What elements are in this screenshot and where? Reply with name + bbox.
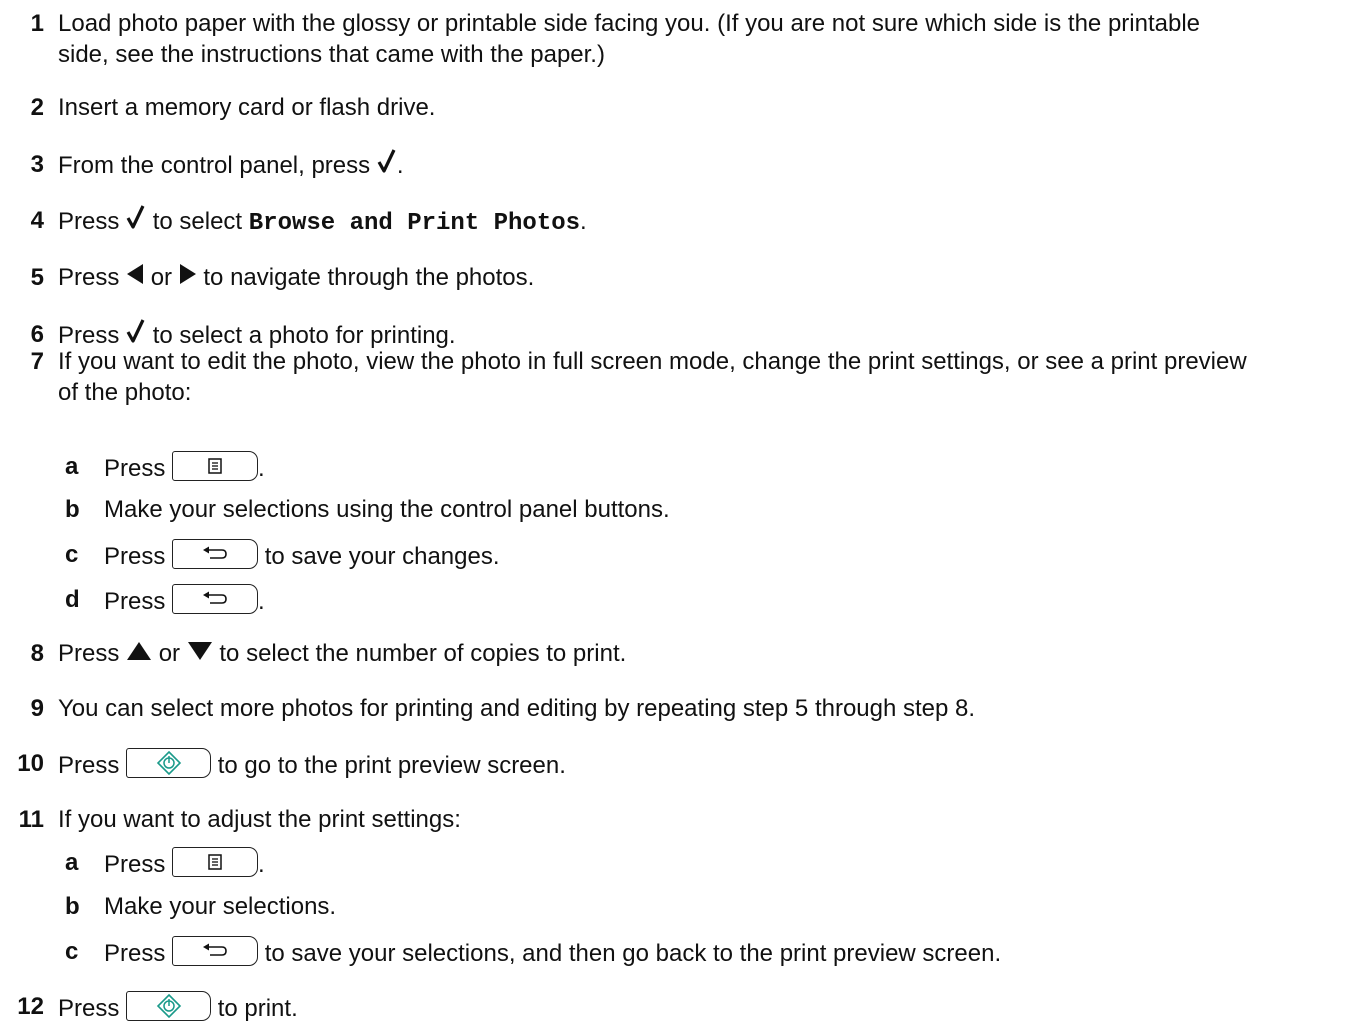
menu-option-code: Browse and Print Photos [248, 210, 581, 237]
down-arrow-icon [187, 638, 213, 669]
left-arrow-icon [126, 262, 144, 293]
step-number: 3 [30, 151, 44, 178]
menu-button-icon [172, 451, 259, 481]
menu-button-icon [172, 847, 259, 877]
step-number: 2 [30, 94, 44, 121]
start-button-icon [126, 748, 212, 778]
right-arrow-icon [179, 262, 197, 293]
step-number: 10 [17, 750, 44, 777]
back-button-icon [172, 936, 259, 966]
step-number: 5 [30, 264, 44, 291]
step-number: 8 [30, 640, 44, 667]
step-text: If you want to edit the photo, view the … [58, 348, 1247, 406]
back-button-icon [172, 584, 259, 614]
step-number: 11 [18, 806, 44, 833]
checkmark-icon [126, 205, 146, 237]
step-number: 9 [30, 695, 44, 722]
step-text: Insert a memory card or flash drive. [58, 94, 436, 121]
step-number: 7 [30, 348, 44, 375]
back-button-icon [172, 539, 259, 569]
up-arrow-icon [126, 638, 152, 669]
checkmark-icon [377, 149, 397, 181]
step-text: Load photo paper with the glossy or prin… [58, 10, 1201, 68]
step-text: You can select more photos for printing … [58, 695, 976, 722]
step-text: If you want to adjust the print settings… [58, 806, 461, 833]
start-button-icon [126, 991, 212, 1021]
step-number: 1 [30, 10, 44, 37]
step-number: 4 [30, 207, 44, 234]
step-number: 12 [17, 993, 44, 1020]
